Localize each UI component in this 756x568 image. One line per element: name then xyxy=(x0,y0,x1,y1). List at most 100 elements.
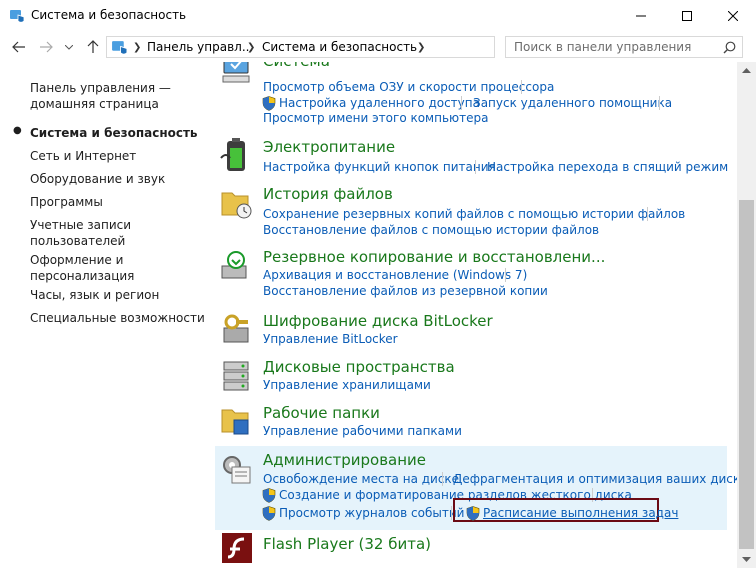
address-bar[interactable]: ❯ Панель управл... ❯ Система и безопасно… xyxy=(106,36,594,58)
sidebar-item-clock-region[interactable]: Часы, язык и регион xyxy=(30,287,159,303)
task-link[interactable]: Освобождение места на диске xyxy=(263,471,459,487)
task-link[interactable]: Управление хранилищами xyxy=(263,377,431,393)
chevron-down-icon xyxy=(742,557,751,562)
task-link[interactable]: Управление BitLocker xyxy=(263,331,398,347)
link-separator xyxy=(647,207,648,221)
task-link[interactable]: Архивация и восстановление (Windows 7) xyxy=(263,267,527,283)
task-link[interactable]: Просмотр объема ОЗУ и скорости процессор… xyxy=(263,79,554,95)
task-link[interactable]: Восстановление файлов из резервной копии xyxy=(263,283,548,299)
task-link[interactable]: Просмотр имени этого компьютера xyxy=(263,110,488,126)
link-separator xyxy=(442,472,443,486)
task-link[interactable]: Восстановление файлов с помощью истории … xyxy=(263,222,599,238)
administrative-tools-icon xyxy=(218,451,254,487)
link-separator xyxy=(521,80,522,94)
breadcrumb-separator-icon[interactable]: ❯ xyxy=(133,42,141,53)
forward-button[interactable] xyxy=(37,38,55,56)
category-administrative-tools: Администрирование Освобождение места на … xyxy=(215,446,737,530)
recent-locations-button[interactable] xyxy=(64,38,74,56)
category-title[interactable]: Электропитание xyxy=(263,138,395,156)
task-link[interactable]: Запуск удаленного помощника xyxy=(473,95,672,111)
task-link[interactable]: Управление рабочими папками xyxy=(263,423,462,439)
maximize-icon xyxy=(682,11,692,21)
control-panel-icon xyxy=(9,8,25,24)
chevron-up-icon xyxy=(742,68,751,73)
search-box[interactable] xyxy=(505,36,743,58)
file-history-icon xyxy=(218,185,254,221)
category-title[interactable]: Резервное копирование и восстановлени... xyxy=(263,248,605,266)
uac-shield-icon xyxy=(262,488,276,503)
scroll-up-button[interactable] xyxy=(737,62,756,79)
search-input[interactable] xyxy=(514,40,714,54)
category-list: Система Просмотр объема ОЗУ и скорости п… xyxy=(215,62,737,568)
category-title[interactable]: Система xyxy=(263,62,330,70)
vertical-scrollbar[interactable] xyxy=(737,62,756,568)
task-link[interactable]: Настройка перехода в спящий режим xyxy=(487,159,728,175)
category-title[interactable]: Администрирование xyxy=(263,451,426,469)
task-link[interactable]: Настройка функций кнопок питания xyxy=(263,159,496,175)
close-icon xyxy=(728,11,738,21)
category-bitlocker: Шифрование диска BitLocker Управление Bi… xyxy=(215,310,727,350)
uac-shield-icon xyxy=(262,506,276,521)
uac-shield-icon xyxy=(466,506,480,521)
sidebar-item-accessibility[interactable]: Специальные возможности xyxy=(30,310,205,326)
category-system: Система Просмотр объема ОЗУ и скорости п… xyxy=(215,62,727,125)
category-title[interactable]: Дисковые пространства xyxy=(263,358,455,376)
task-link[interactable]: Дефрагментация и оптимизация ваших диско… xyxy=(453,471,737,487)
battery-icon xyxy=(218,138,254,174)
current-item-bullet-icon: ● xyxy=(13,125,22,136)
up-arrow-icon xyxy=(87,40,99,53)
bitlocker-icon xyxy=(218,312,254,348)
scrollbar-thumb[interactable] xyxy=(739,200,754,549)
close-button[interactable] xyxy=(710,0,756,32)
link-separator xyxy=(505,268,506,282)
sidebar-item-user-accounts[interactable]: Учетные записи пользователей xyxy=(30,217,131,249)
navigation-bar: ❯ Панель управл... ❯ Система и безопасно… xyxy=(0,32,756,62)
sidebar-item-system-security[interactable]: Система и безопасность xyxy=(30,125,198,141)
category-flash-player: Flash Player (32 бита) xyxy=(215,530,727,568)
window-title: Система и безопасность xyxy=(31,8,187,22)
title-bar: Система и безопасность xyxy=(0,0,756,32)
up-button[interactable] xyxy=(84,38,102,56)
task-link[interactable]: Сохранение резервных копий файлов с помо… xyxy=(263,206,685,222)
flash-player-icon xyxy=(218,531,254,567)
sidebar: Панель управления — домашняя страница ● … xyxy=(0,62,215,568)
breadcrumb-system-security[interactable]: Система и безопасность xyxy=(262,40,417,54)
task-link[interactable]: Просмотр журналов событий xyxy=(279,505,464,521)
category-title[interactable]: Рабочие папки xyxy=(263,404,380,422)
category-power: Электропитание Настройка функций кнопок … xyxy=(215,134,728,184)
control-panel-icon xyxy=(111,39,128,56)
breadcrumb-separator-icon[interactable]: ❯ xyxy=(417,42,425,53)
minimize-icon xyxy=(636,15,646,17)
sidebar-item-network[interactable]: Сеть и Интернет xyxy=(30,148,136,164)
category-title[interactable]: Шифрование диска BitLocker xyxy=(263,312,493,330)
chevron-down-icon xyxy=(65,44,73,50)
link-separator xyxy=(461,96,462,110)
search-icon[interactable] xyxy=(723,41,736,57)
minimize-button[interactable] xyxy=(618,0,664,32)
task-link[interactable]: Настройка удаленного доступа xyxy=(279,95,480,111)
back-button[interactable] xyxy=(10,38,28,56)
storage-spaces-icon xyxy=(218,358,254,394)
category-file-history: История файлов Сохранение резервных копи… xyxy=(215,180,727,242)
category-title[interactable]: История файлов xyxy=(263,185,393,203)
category-title[interactable]: Flash Player (32 бита) xyxy=(263,535,431,553)
category-work-folders: Рабочие папки Управление рабочими папкам… xyxy=(215,402,727,442)
sidebar-item-appearance[interactable]: Оформление и персонализация xyxy=(30,252,134,284)
forward-arrow-icon xyxy=(40,41,53,53)
sidebar-item-programs[interactable]: Программы xyxy=(30,194,103,210)
uac-shield-icon xyxy=(262,96,276,111)
system-monitor-icon xyxy=(218,62,254,88)
sidebar-item-home[interactable]: Панель управления — домашняя страница xyxy=(30,80,171,112)
breadcrumb-separator-icon[interactable]: ❯ xyxy=(247,42,255,53)
back-arrow-icon xyxy=(12,41,25,53)
link-separator xyxy=(475,160,476,174)
scroll-down-button[interactable] xyxy=(737,551,756,568)
task-scheduler-link[interactable]: Расписание выполнения задач xyxy=(483,505,678,521)
sidebar-item-hardware-sound[interactable]: Оборудование и звук xyxy=(30,171,165,187)
maximize-button[interactable] xyxy=(664,0,710,32)
category-storage-spaces: Дисковые пространства Управление хранили… xyxy=(215,356,727,396)
work-folders-icon xyxy=(218,404,254,440)
breadcrumb-control-panel[interactable]: Панель управл... xyxy=(147,40,253,54)
category-backup: Резервное копирование и восстановлени...… xyxy=(215,246,727,304)
link-separator xyxy=(659,96,660,110)
